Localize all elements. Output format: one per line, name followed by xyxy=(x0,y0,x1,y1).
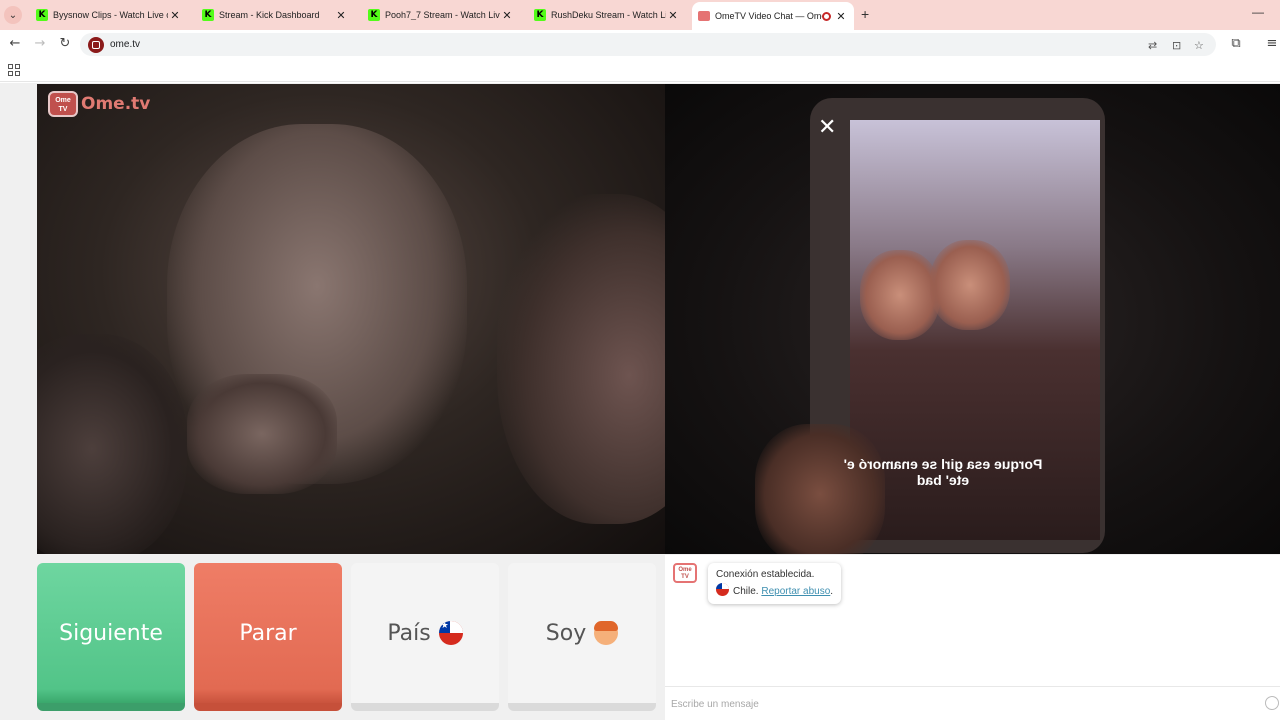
gender-button-label: Soy xyxy=(545,620,587,646)
emoji-picker-icon[interactable] xyxy=(1265,696,1279,710)
back-arrow-icon[interactable]: ← xyxy=(7,36,23,51)
chile-flag-icon xyxy=(716,583,729,596)
partner-country: Chile. Reportar abuso. xyxy=(716,583,833,600)
chile-flag-icon: ★ xyxy=(438,621,463,645)
tab-title: Stream - Kick Dashboard xyxy=(219,10,320,20)
install-app-icon[interactable]: ⊡ xyxy=(1172,39,1181,52)
tab-ometv[interactable]: OmeTV Video Chat — Omegle ✕ xyxy=(692,2,854,30)
forward-arrow-icon[interactable]: → xyxy=(32,36,48,51)
system-message: Conexión establecida. Chile. Reportar ab… xyxy=(708,563,842,604)
ometv-avatar-icon: Ome TV xyxy=(673,563,697,583)
ometv-page: Ome TV Ome.tv ✕ Porque esa girl se enamo… xyxy=(0,83,1280,720)
close-icon[interactable]: ✕ xyxy=(834,10,848,23)
minimize-button[interactable]: — xyxy=(1252,5,1264,19)
remote-video-person xyxy=(860,250,940,340)
tab-kick-dashboard[interactable]: K Stream - Kick Dashboard ✕ xyxy=(196,3,354,27)
extensions-icon[interactable]: ⧉ xyxy=(1228,36,1244,51)
address-bar[interactable]: ome.tv ⇄ ⊡ ☆ xyxy=(80,33,1216,56)
kick-icon: K xyxy=(36,9,48,21)
local-video-hand xyxy=(187,374,337,494)
kick-icon: K xyxy=(534,9,546,21)
apps-grid-icon[interactable] xyxy=(8,64,20,76)
local-video: Ome TV Ome.tv xyxy=(37,84,665,554)
reload-icon[interactable]: ↻ xyxy=(57,36,73,51)
bookmark-star-icon[interactable]: ☆ xyxy=(1194,39,1204,52)
tab-title: Byysnow Clips - Watch Live on Kick xyxy=(53,10,168,20)
report-suffix: . xyxy=(830,586,834,597)
chat-message-input[interactable] xyxy=(671,695,1251,713)
tab-title: RushDeku Stream - Watch Live on Kick xyxy=(551,10,666,20)
recording-icon xyxy=(822,11,831,21)
new-tab-button[interactable]: + xyxy=(861,6,869,22)
close-icon[interactable]: ✕ xyxy=(334,9,348,22)
gender-button[interactable]: Soy xyxy=(508,563,656,711)
remote-video-person xyxy=(930,240,1010,330)
partner-country-name: Chile. xyxy=(733,586,759,597)
kick-icon: K xyxy=(368,9,380,21)
connection-status: Conexión establecida. xyxy=(716,569,815,580)
tab-title: Pooh7_7 Stream - Watch Live on Kick xyxy=(385,10,500,20)
browser-toolbar: ← → ↻ ome.tv ⇄ ⊡ ☆ ⧉ ≡ xyxy=(0,30,1280,58)
local-video-person xyxy=(37,334,187,554)
url-text[interactable]: ome.tv xyxy=(110,39,140,50)
chat-input-row xyxy=(665,686,1280,720)
report-abuse-link[interactable]: Reportar abuso xyxy=(761,586,830,597)
ometv-logo: Ome TV Ome.tv xyxy=(48,91,150,117)
stop-button-label: Parar xyxy=(239,620,297,646)
ometv-logo-icon: Ome TV xyxy=(48,91,78,117)
tab-title: OmeTV Video Chat — Omegle xyxy=(715,11,822,21)
tab-strip: ⌄ K Byysnow Clips - Watch Live on Kick ✕… xyxy=(0,0,1280,30)
remote-video-hand xyxy=(755,424,885,554)
country-button[interactable]: País ★ xyxy=(351,563,499,711)
chevron-down-icon: ⌄ xyxy=(4,6,22,24)
translate-icon[interactable]: ⇄ xyxy=(1148,39,1157,52)
remote-video: ✕ Porque esa girl se enamoró e' ete' bad xyxy=(665,84,1280,554)
local-video-person xyxy=(497,194,665,524)
ometv-logo-text: Ome.tv xyxy=(81,94,151,114)
kick-icon: K xyxy=(202,9,214,21)
tab-pooh7-7[interactable]: K Pooh7_7 Stream - Watch Live on Kick ✕ xyxy=(362,3,520,27)
next-button[interactable]: Siguiente xyxy=(37,563,185,711)
close-icon: ✕ xyxy=(818,115,837,140)
next-button-label: Siguiente xyxy=(59,620,163,646)
boy-emoji-icon xyxy=(594,621,619,645)
remote-video-caption: Porque esa girl se enamoró e' ete' bad xyxy=(843,456,1043,488)
reading-list-icon[interactable]: ≡ xyxy=(1264,36,1280,51)
close-icon[interactable]: ✕ xyxy=(666,9,680,22)
close-icon[interactable]: ✕ xyxy=(168,9,182,22)
chat-panel: Ome TV Conexión establecida. Chile. Repo… xyxy=(665,555,1280,720)
stop-button[interactable]: Parar xyxy=(194,563,342,711)
tab-rushdeku[interactable]: K RushDeku Stream - Watch Live on Kick ✕ xyxy=(528,3,686,27)
country-button-label: País xyxy=(387,620,431,646)
tab-search-button[interactable]: ⌄ xyxy=(0,0,26,30)
ometv-icon xyxy=(698,11,710,21)
tab-byysnow[interactable]: K Byysnow Clips - Watch Live on Kick ✕ xyxy=(30,3,188,27)
bookmarks-bar xyxy=(0,58,1280,82)
close-icon[interactable]: ✕ xyxy=(500,9,514,22)
site-info-icon[interactable] xyxy=(88,36,104,53)
